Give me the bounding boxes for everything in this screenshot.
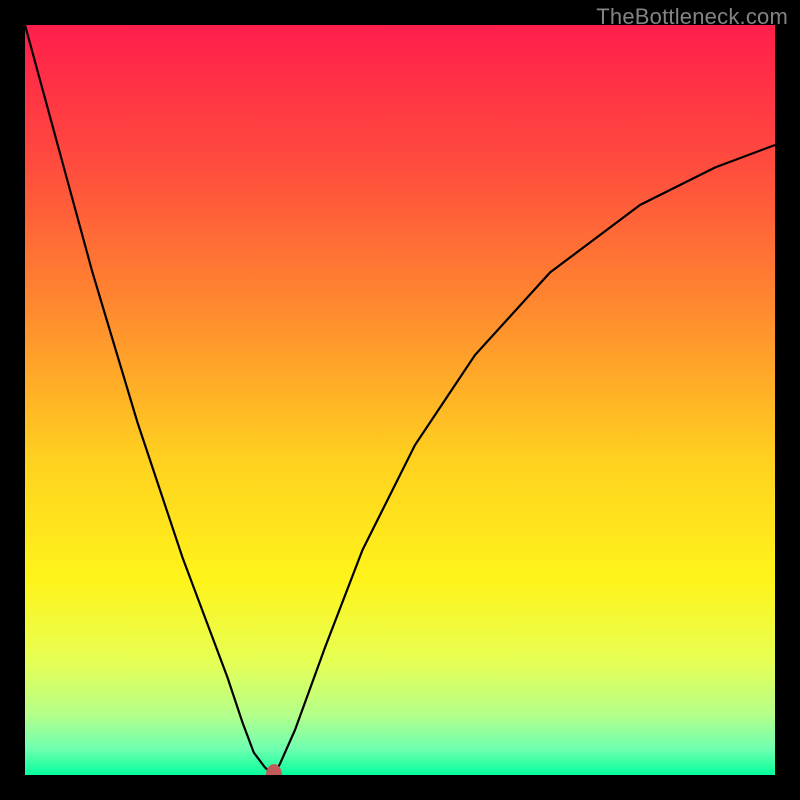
chart-frame: TheBottleneck.com [0,0,800,800]
bottleneck-curve [25,25,775,775]
plot-area [25,25,775,775]
watermark-text: TheBottleneck.com [596,4,788,30]
